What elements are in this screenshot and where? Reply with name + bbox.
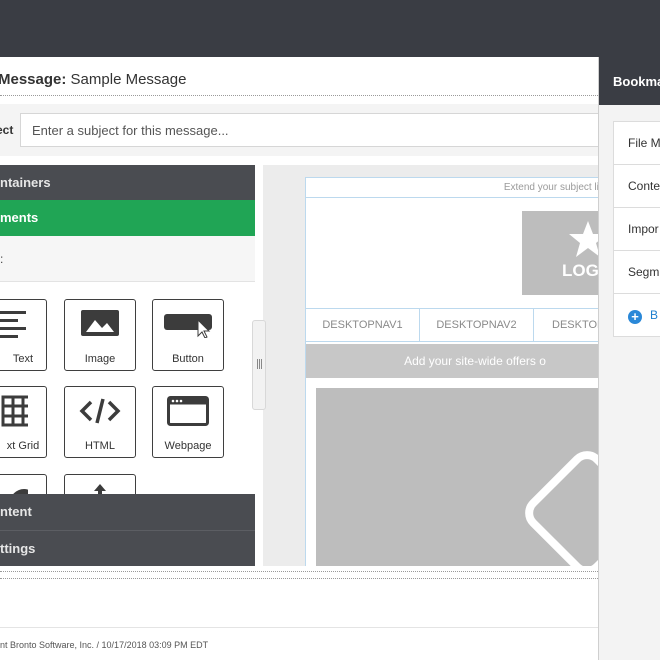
email-nav-item[interactable]: DESKTOPNAV3 bbox=[534, 309, 598, 341]
element-tile[interactable] bbox=[64, 474, 136, 494]
subject-extend-text[interactable]: Extend your subject line bbox=[306, 178, 598, 198]
html-tile[interactable]: HTML bbox=[64, 386, 136, 458]
message-title-label: Message: bbox=[0, 71, 67, 88]
image-tile[interactable]: Image bbox=[64, 299, 136, 371]
bookmark-item[interactable]: Segm bbox=[614, 251, 660, 294]
bookmarks-title: Bookma bbox=[599, 57, 660, 105]
bookmarks-list: File M Conte Impor Segm + B bbox=[613, 121, 660, 337]
button-tile[interactable]: Button bbox=[152, 299, 224, 371]
email-nav-item[interactable]: DESKTOPNAV1 bbox=[306, 309, 420, 341]
webpage-tile[interactable]: Webpage bbox=[152, 386, 224, 458]
code-icon bbox=[79, 398, 121, 424]
message-title-value: Sample Message bbox=[70, 71, 187, 88]
image-tile-label: Image bbox=[84, 353, 116, 365]
section-content[interactable]: ntent bbox=[0, 494, 255, 530]
bookmark-item[interactable]: Conte bbox=[614, 165, 660, 208]
button-tile-label: Button bbox=[172, 353, 204, 365]
divider bbox=[0, 578, 598, 579]
email-nav: DESKTOPNAV1 DESKTOPNAV2 DESKTOPNAV3 bbox=[306, 308, 598, 342]
logo-placeholder[interactable]: LOG bbox=[522, 211, 598, 295]
image-icon bbox=[81, 310, 119, 336]
add-bookmark-button[interactable]: + B bbox=[614, 294, 660, 336]
upload-arrow-icon bbox=[94, 484, 106, 494]
subject-input[interactable] bbox=[20, 113, 610, 147]
email-preview[interactable]: Extend your subject line LOG DESKTOPNAV1… bbox=[305, 177, 598, 566]
html-tile-label: HTML bbox=[85, 440, 115, 452]
plus-icon: + bbox=[628, 310, 642, 324]
section-containers[interactable]: ntainers bbox=[0, 165, 255, 201]
text-tile[interactable]: Text bbox=[0, 299, 47, 371]
button-icon bbox=[164, 314, 212, 338]
element-tiles: Text Image Button xt Grid HTML Webpage bbox=[0, 282, 255, 494]
top-navigation-bar bbox=[0, 0, 660, 57]
message-title: Message: Sample Message bbox=[0, 71, 186, 88]
text-grid-tile-label: xt Grid bbox=[6, 440, 40, 452]
bookmarks-panel: Bookma File M Conte Impor Segm + B bbox=[598, 57, 660, 660]
text-tile-label: Text bbox=[12, 353, 34, 365]
divider bbox=[0, 95, 598, 96]
grid-icon bbox=[1, 395, 28, 427]
hero-image-placeholder[interactable] bbox=[316, 388, 598, 566]
circle-icon bbox=[13, 489, 28, 494]
subject-row: ect bbox=[0, 104, 610, 156]
star-icon bbox=[569, 221, 598, 257]
footer-divider bbox=[0, 627, 598, 628]
add-bookmark-label: B bbox=[650, 308, 659, 322]
message-header: Message: Sample Message bbox=[0, 57, 598, 95]
left-panel: ntainers ments : Text Image Button xt Gr… bbox=[0, 165, 255, 566]
bookmark-item[interactable]: File M bbox=[614, 122, 660, 165]
logo-text: LOG bbox=[562, 261, 598, 280]
image-placeholder-icon bbox=[525, 451, 598, 566]
offers-bar[interactable]: Add your site-wide offers o bbox=[306, 344, 598, 378]
subject-label: ect bbox=[0, 123, 14, 137]
text-icon bbox=[0, 311, 26, 338]
section-elements[interactable]: ments bbox=[0, 200, 255, 236]
text-grid-tile[interactable]: xt Grid bbox=[0, 386, 47, 458]
footer-text: nt Bronto Software, Inc. / 10/17/2018 03… bbox=[0, 640, 209, 650]
filter-row[interactable]: : bbox=[0, 236, 255, 282]
element-tile[interactable] bbox=[0, 474, 47, 494]
panel-resize-handle[interactable] bbox=[252, 320, 266, 410]
webpage-tile-label: Webpage bbox=[164, 440, 212, 452]
divider bbox=[0, 571, 598, 572]
bookmark-item[interactable]: Impor bbox=[614, 208, 660, 251]
email-canvas: Extend your subject line LOG DESKTOPNAV1… bbox=[263, 165, 598, 566]
email-nav-item[interactable]: DESKTOPNAV2 bbox=[420, 309, 534, 341]
section-settings[interactable]: ttings bbox=[0, 530, 255, 566]
webpage-icon bbox=[167, 396, 209, 426]
